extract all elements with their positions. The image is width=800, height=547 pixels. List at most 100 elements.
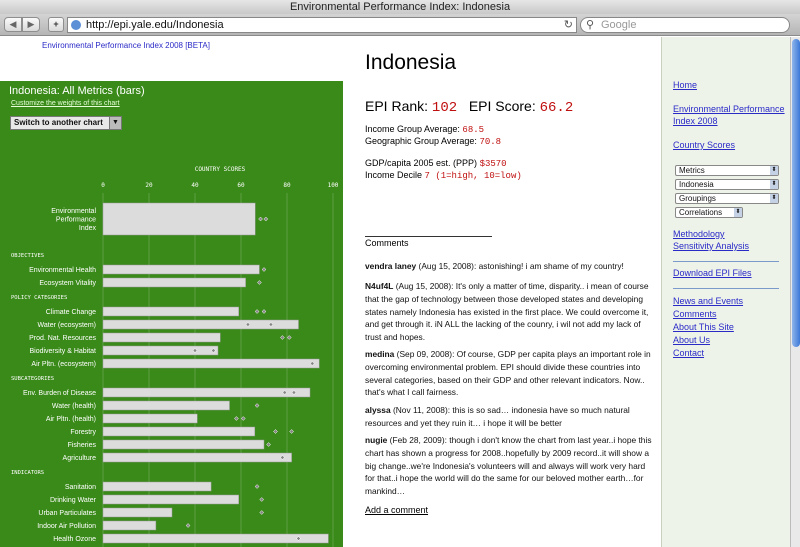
comment: medina (Sep 09, 2008): Of course, GDP pe… bbox=[365, 348, 655, 399]
comment-date: (Nov 11, 2008): bbox=[392, 405, 451, 415]
customize-weights-link[interactable]: Customize the weights of this chart bbox=[11, 100, 120, 107]
nav-sensitivity-analysis[interactable]: Sensitivity Analysis bbox=[673, 241, 785, 253]
row-label: Environmental bbox=[51, 208, 96, 215]
comment: vendra laney (Aug 15, 2008): astonishing… bbox=[365, 260, 655, 273]
row-label: Water (health) bbox=[52, 403, 96, 410]
row-label: Urban Particulates bbox=[38, 510, 96, 517]
search-icon: ⚲ bbox=[586, 19, 595, 31]
row-label: Sanitation bbox=[65, 484, 96, 491]
correlations-select[interactable]: Correlations ⬍ bbox=[675, 207, 743, 218]
nav-contact[interactable]: Contact bbox=[673, 348, 785, 360]
row-label: Climate Change bbox=[46, 309, 96, 316]
comment-author: medina bbox=[365, 349, 395, 359]
forward-button[interactable]: ▶ bbox=[22, 17, 40, 32]
bar bbox=[102, 494, 239, 505]
bar bbox=[102, 306, 239, 317]
row-label: Fisheries bbox=[68, 442, 97, 449]
window-title: Environmental Performance Index: Indones… bbox=[0, 0, 800, 14]
group-average-marker bbox=[257, 280, 262, 285]
group-average-marker bbox=[280, 335, 285, 340]
nav-country-scores[interactable]: Country Scores bbox=[673, 140, 785, 152]
back-button[interactable]: ◀ bbox=[4, 17, 22, 32]
nav-divider bbox=[673, 288, 779, 289]
bar bbox=[102, 520, 157, 531]
geo-group-value: 70.8 bbox=[479, 137, 502, 147]
scroll-thumb[interactable] bbox=[792, 39, 800, 347]
row-label: Water (ecosystem) bbox=[38, 322, 96, 329]
comment: N4uf4L (Aug 15, 2008): It's only a matte… bbox=[365, 280, 655, 344]
section-label: OBJECTIVES bbox=[11, 253, 44, 259]
nav-epi-2008[interactable]: Environmental Performance Index 2008 bbox=[673, 104, 785, 127]
group-average-marker bbox=[261, 267, 267, 272]
right-sidebar: Home Environmental Performance Index 200… bbox=[661, 37, 790, 547]
row-label: Ecosystem Vitality bbox=[39, 280, 96, 287]
select-arrow-icon: ⬍ bbox=[734, 208, 742, 217]
switch-chart-button[interactable]: Switch to another chart ▼ bbox=[10, 116, 122, 130]
chart-title: COUNTRY SCORES bbox=[195, 166, 246, 173]
vertical-scrollbar[interactable] bbox=[790, 37, 800, 547]
select-value: Indonesia bbox=[679, 180, 714, 189]
switch-chart-label: Switch to another chart bbox=[14, 118, 103, 127]
x-tick-label: 60 bbox=[237, 182, 245, 189]
row-label: Drinking Water bbox=[50, 497, 97, 504]
x-tick-label: 100 bbox=[328, 182, 339, 189]
decile-label: Income Decile bbox=[365, 170, 423, 180]
comment-date: (Feb 28, 2009): bbox=[389, 435, 447, 445]
nav-home[interactable]: Home bbox=[673, 80, 785, 92]
comments-divider bbox=[365, 236, 492, 237]
row-label: Env. Burden of Disease bbox=[23, 390, 96, 397]
bar bbox=[102, 387, 311, 398]
nav-download-epi-files[interactable]: Download EPI Files bbox=[673, 268, 785, 280]
bar bbox=[102, 439, 265, 450]
row-label: Agriculture bbox=[63, 455, 97, 462]
url-text: http://epi.yale.edu/Indonesia bbox=[86, 19, 224, 31]
comment: nugie (Feb 28, 2009): though i don't kno… bbox=[365, 434, 655, 498]
country-scores-chart: COUNTRY SCORES 0 20 40 60 80 100 Environmental P… bbox=[11, 166, 339, 547]
add-comment-link[interactable]: Add a comment bbox=[365, 505, 428, 515]
group-average-marker bbox=[185, 523, 191, 528]
nav-about-site[interactable]: About This Site bbox=[673, 322, 785, 334]
row-label: Air Pltn. (health) bbox=[46, 416, 96, 423]
income-group-average: Income Group Average: 68.5 bbox=[365, 124, 484, 135]
rank-value: 102 bbox=[431, 100, 458, 116]
add-bookmark-button[interactable]: + bbox=[48, 17, 64, 32]
metrics-select[interactable]: Metrics ⬍ bbox=[675, 165, 779, 176]
geographic-group-average: Geographic Group Average: 70.8 bbox=[365, 136, 501, 147]
epi-2008-link[interactable]: Environmental Performance Index 2008 [BE… bbox=[42, 41, 210, 50]
comment-author: vendra laney bbox=[365, 261, 417, 271]
row-label: Prod. Nat. Resources bbox=[29, 335, 96, 342]
row-label: Biodiversity & Habitat bbox=[29, 348, 96, 355]
group-average-marker bbox=[254, 484, 260, 489]
nav-comments[interactable]: Comments bbox=[673, 309, 785, 321]
nav-news-events[interactable]: News and Events bbox=[673, 296, 785, 308]
comment-author: nugie bbox=[365, 435, 388, 445]
address-bar[interactable]: http://epi.yale.edu/Indonesia ↻ bbox=[67, 17, 577, 33]
search-input[interactable]: ⚲ Google bbox=[580, 17, 790, 33]
x-tick-label: 40 bbox=[191, 182, 199, 189]
nav-methodology[interactable]: Methodology bbox=[673, 229, 785, 241]
page-title: Indonesia bbox=[365, 51, 457, 74]
bar bbox=[102, 332, 221, 343]
gdp-value: $3570 bbox=[479, 159, 507, 169]
chart-panel: Indonesia: All Metrics (bars) Customize … bbox=[0, 81, 343, 547]
bar bbox=[102, 426, 256, 437]
group-average-marker bbox=[263, 216, 269, 222]
country-select[interactable]: Indonesia ⬍ bbox=[675, 179, 779, 190]
bar bbox=[102, 277, 246, 288]
nav-about-us[interactable]: About Us bbox=[673, 335, 785, 347]
decile-value: 7 (1=high, 10=low) bbox=[424, 171, 522, 181]
section-label: SUBCATEGORIES bbox=[11, 376, 54, 382]
comment-author: N4uf4L bbox=[365, 281, 394, 291]
group-average-marker bbox=[289, 429, 294, 434]
comments-heading: Comments bbox=[365, 238, 409, 248]
group-average-marker bbox=[259, 497, 265, 502]
reload-icon[interactable]: ↻ bbox=[564, 18, 573, 32]
select-arrow-icon: ⬍ bbox=[770, 194, 778, 203]
page-content: Environmental Performance Index 2008 [BE… bbox=[0, 37, 790, 547]
bar bbox=[102, 264, 260, 275]
site-icon bbox=[71, 20, 81, 30]
row-label: Environmental Health bbox=[29, 267, 96, 274]
groupings-select[interactable]: Groupings ⬍ bbox=[675, 193, 779, 204]
group-average-marker bbox=[261, 309, 267, 314]
group-average-marker bbox=[286, 335, 292, 340]
